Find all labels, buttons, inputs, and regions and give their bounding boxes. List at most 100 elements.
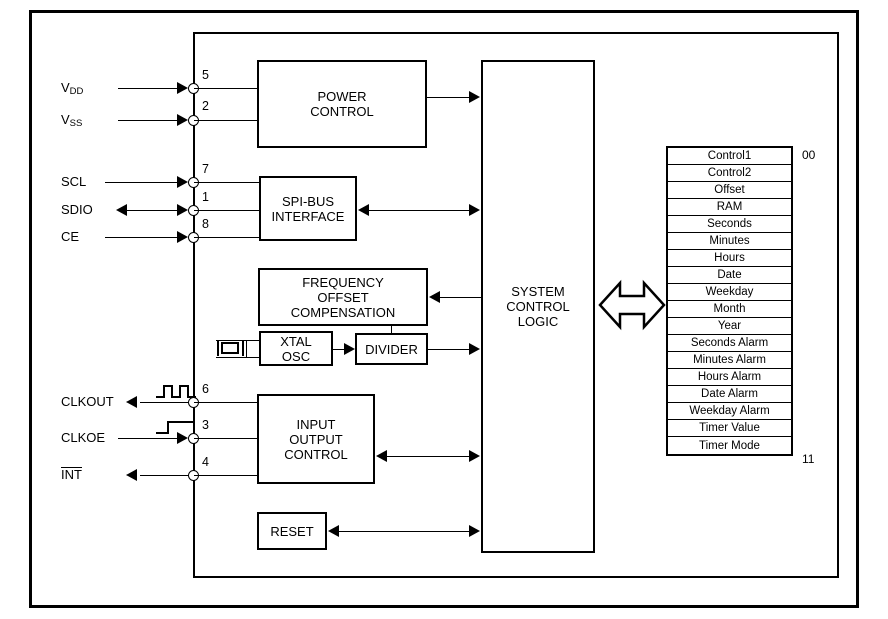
power-control-line-1: POWER	[317, 89, 367, 104]
wire-pin1-spi	[194, 210, 260, 211]
io-control-line-3: CONTROL	[284, 446, 348, 462]
arrow-divider-to-scl	[469, 343, 480, 355]
wire-pin2-power	[194, 120, 258, 121]
arrow-scl-to-reset	[328, 525, 339, 537]
signal-label-scl: SCL	[61, 174, 87, 189]
wire-pin7-spi	[194, 182, 260, 183]
register-row[interactable]: Timer Mode	[668, 437, 791, 454]
register-row[interactable]: Hours	[668, 250, 791, 267]
arrow-scl-in	[177, 176, 188, 188]
block-reset: RESET	[257, 512, 327, 550]
lead-clkoe	[118, 438, 180, 439]
arrow-scl-to-spi	[358, 204, 369, 216]
pin-number-2: 2	[202, 99, 209, 113]
arrow-spi-to-scl	[469, 204, 480, 216]
freq-offset-line-3: COMPENSATION	[290, 304, 396, 320]
signal-label-vss: VSS	[61, 112, 83, 129]
arrow-scl-to-io	[376, 450, 387, 462]
io-control-line-2: OUTPUT	[289, 431, 343, 447]
wire-scl-to-freq	[433, 297, 481, 298]
arrow-ce-in	[177, 231, 188, 243]
freq-offset-line-2: OFFSET	[317, 289, 369, 305]
register-row[interactable]: Control1	[668, 148, 791, 165]
divider-label: DIVIDER	[365, 341, 418, 357]
block-system-control-logic: SYSTEM CONTROL LOGIC	[481, 60, 595, 553]
register-row[interactable]: Timer Value	[668, 420, 791, 437]
io-control-line-1: INPUT	[296, 416, 336, 432]
signal-label-clkout: CLKOUT	[61, 394, 114, 409]
freq-offset-line-1: FREQUENCY	[302, 274, 384, 290]
xtal-osc-line-1: XTAL	[280, 333, 312, 349]
block-power-control: POWER CONTROL	[257, 60, 427, 148]
signal-label-ce: CE	[61, 229, 80, 244]
reset-label: RESET	[270, 523, 314, 539]
pin-number-7: 7	[202, 162, 209, 176]
pin-number-3: 3	[202, 418, 209, 432]
wire-spi-to-scl	[362, 210, 474, 211]
register-row[interactable]: Seconds Alarm	[668, 335, 791, 352]
register-end-address: 11	[802, 452, 815, 466]
register-row[interactable]: Weekday Alarm	[668, 403, 791, 420]
wire-pin5-power	[194, 88, 258, 89]
wire-freq-to-divider	[391, 326, 392, 334]
register-row[interactable]: Date Alarm	[668, 386, 791, 403]
lead-vdd	[118, 88, 180, 89]
lead-clkout	[140, 402, 192, 403]
bidirectional-bus-arrow-icon	[598, 279, 666, 331]
register-map-table: Control1 Control2 Offset RAM Seconds Min…	[666, 146, 793, 456]
spi-interface-line-1: SPI-BUS	[281, 193, 334, 209]
arrow-power-to-scl	[469, 91, 480, 103]
register-start-address: 00	[802, 148, 816, 162]
register-row[interactable]: Month	[668, 301, 791, 318]
spi-interface-line-2: INTERFACE	[271, 208, 345, 224]
register-row[interactable]: RAM	[668, 199, 791, 216]
wire-power-to-scl	[427, 97, 473, 98]
arrow-vss-in	[177, 114, 188, 126]
pin-number-5: 5	[202, 68, 209, 82]
arrow-clkout-out	[126, 396, 137, 408]
register-row[interactable]: Date	[668, 267, 791, 284]
xtal-osc-line-2: OSC	[281, 348, 311, 364]
power-control-line-2: CONTROL	[310, 104, 374, 119]
arrow-reset-to-scl	[469, 525, 480, 537]
block-frequency-offset-compensation: FREQUENCY OFFSET COMPENSATION	[258, 268, 428, 326]
signal-label-vdd: VDD	[61, 80, 84, 97]
register-row[interactable]: Minutes	[668, 233, 791, 250]
pin-number-4: 4	[202, 455, 209, 469]
wire-xtal-top-drop	[246, 340, 247, 358]
lead-int	[140, 475, 192, 476]
wire-pin8-spi	[194, 237, 260, 238]
system-control-line-3: LOGIC	[517, 314, 559, 329]
block-divider: DIVIDER	[355, 333, 428, 365]
lead-ce	[105, 237, 180, 238]
pin-number-6: 6	[202, 382, 209, 396]
register-row[interactable]: Seconds	[668, 216, 791, 233]
pin-number-8: 8	[202, 217, 209, 231]
register-row[interactable]: Weekday	[668, 284, 791, 301]
system-control-line-1: SYSTEM	[511, 284, 565, 299]
block-spi-interface: SPI-BUS INTERFACE	[259, 176, 357, 241]
wire-reset-to-scl	[331, 531, 474, 532]
wire-pin6-io	[194, 402, 258, 403]
wire-divider-to-scl	[428, 349, 473, 350]
register-row[interactable]: Minutes Alarm	[668, 352, 791, 369]
register-row[interactable]: Control2	[668, 165, 791, 182]
wire-xtal-bottom	[216, 357, 261, 358]
wire-xtal-top	[216, 340, 261, 341]
arrow-vdd-in	[177, 82, 188, 94]
register-row[interactable]: Hours Alarm	[668, 369, 791, 386]
lead-vss	[118, 120, 180, 121]
wire-pin3-io	[194, 438, 258, 439]
register-row[interactable]: Offset	[668, 182, 791, 199]
system-control-line-2: CONTROL	[506, 299, 570, 314]
wire-io-to-scl	[379, 456, 474, 457]
pin-number-1: 1	[202, 190, 209, 204]
block-xtal-osc: XTAL OSC	[259, 331, 333, 366]
block-input-output-control: INPUT OUTPUT CONTROL	[257, 394, 375, 484]
signal-label-sdio: SDIO	[61, 202, 93, 217]
register-row[interactable]: Year	[668, 318, 791, 335]
arrow-xtal-to-divider	[344, 343, 355, 355]
arrow-sdio-out	[116, 204, 127, 216]
block-diagram-canvas: VDD VSS SCL SDIO CE CLKOUT CLKOE INT 5 2…	[0, 0, 888, 619]
signal-label-int: INT	[61, 467, 82, 482]
